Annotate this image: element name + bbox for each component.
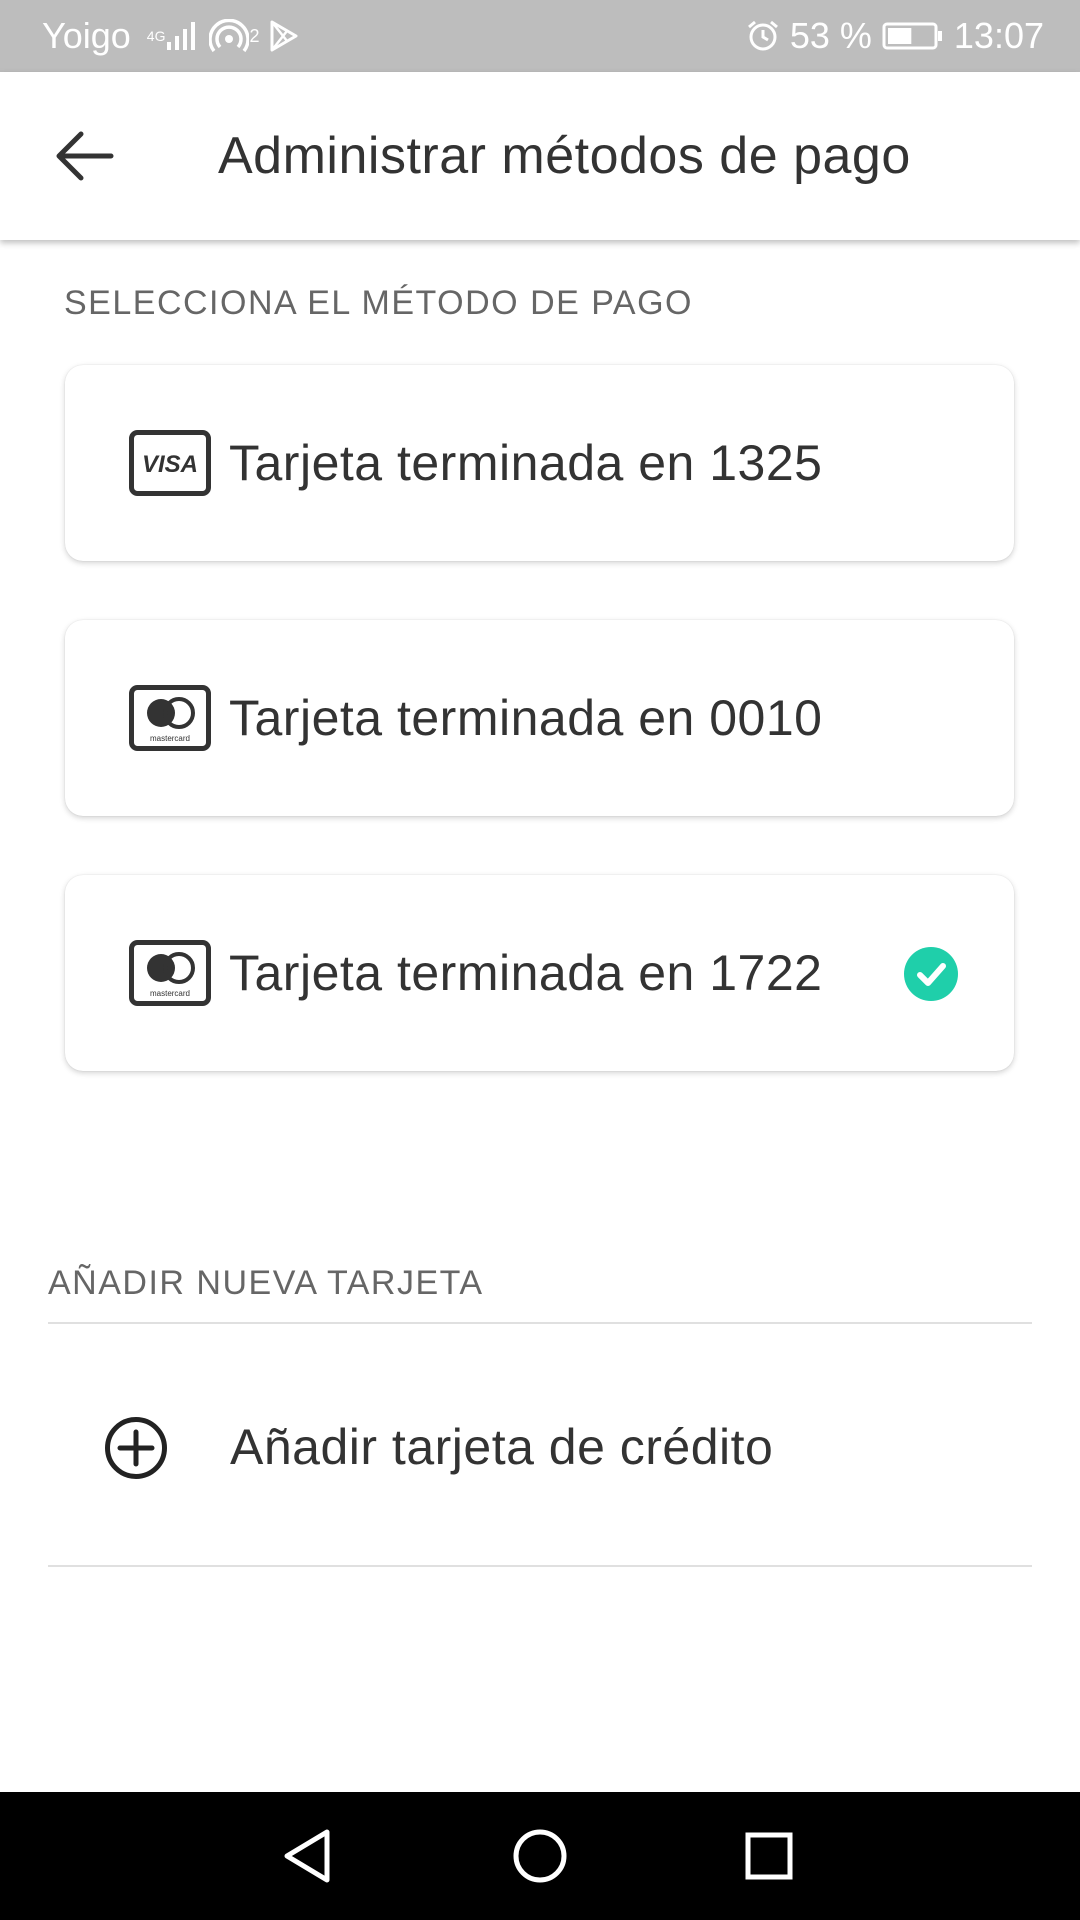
battery-percent: 53 %	[789, 15, 872, 56]
svg-text:VISA: VISA	[142, 451, 198, 478]
payment-card-item[interactable]: mastercard Tarjeta terminada en 0010	[65, 620, 1014, 816]
visa-icon: VISA	[129, 430, 211, 496]
battery-icon	[882, 21, 944, 51]
add-credit-card-button[interactable]: Añadir tarjeta de crédito	[48, 1327, 1032, 1567]
carrier-name: Yoigo	[42, 15, 131, 56]
mastercard-icon: mastercard	[129, 940, 211, 1006]
status-right: 53 % 13:07	[746, 0, 1044, 72]
recents-square-icon[interactable]	[739, 1826, 799, 1886]
play-store-icon	[269, 20, 299, 52]
status-bar: Yoigo 4G 2 53 % 13:07	[0, 0, 1080, 72]
card-label: Tarjeta terminada en 0010	[229, 690, 823, 746]
home-circle-icon[interactable]	[510, 1826, 570, 1886]
svg-text:mastercard: mastercard	[150, 989, 190, 998]
network-type: 4G	[146, 28, 166, 44]
plus-circle-icon	[105, 1417, 167, 1479]
selected-check-icon	[904, 947, 958, 1001]
back-button[interactable]	[50, 124, 120, 188]
svg-text:mastercard: mastercard	[150, 734, 190, 743]
section-label-payment: SELECCIONA EL MÉTODO DE PAGO	[64, 284, 693, 322]
add-card-label: Añadir tarjeta de crédito	[230, 1419, 774, 1475]
hotspot-count: 2	[249, 25, 260, 46]
card-label: Tarjeta terminada en 1325	[229, 435, 823, 491]
payment-card-item[interactable]: VISA Tarjeta terminada en 1325	[65, 365, 1014, 561]
page-title: Administrar métodos de pago	[218, 127, 911, 185]
card-label: Tarjeta terminada en 1722	[229, 945, 823, 1001]
back-triangle-icon[interactable]	[279, 1826, 339, 1886]
divider	[48, 1565, 1032, 1567]
navigation-bar	[0, 1792, 1080, 1920]
status-left: Yoigo 4G 2	[42, 0, 299, 72]
payment-card-item[interactable]: mastercard Tarjeta terminada en 1722	[65, 875, 1014, 1071]
alarm-icon	[746, 19, 780, 53]
section-label-add: AÑADIR NUEVA TARJETA	[48, 1264, 484, 1302]
divider	[48, 1322, 1032, 1324]
signal-icon: 4G	[141, 20, 200, 52]
app-bar: Administrar métodos de pago	[0, 72, 1080, 240]
mastercard-icon: mastercard	[129, 685, 211, 751]
hotspot-icon: 2	[209, 19, 259, 53]
arrow-left-icon	[56, 131, 114, 181]
clock: 13:07	[953, 15, 1044, 56]
